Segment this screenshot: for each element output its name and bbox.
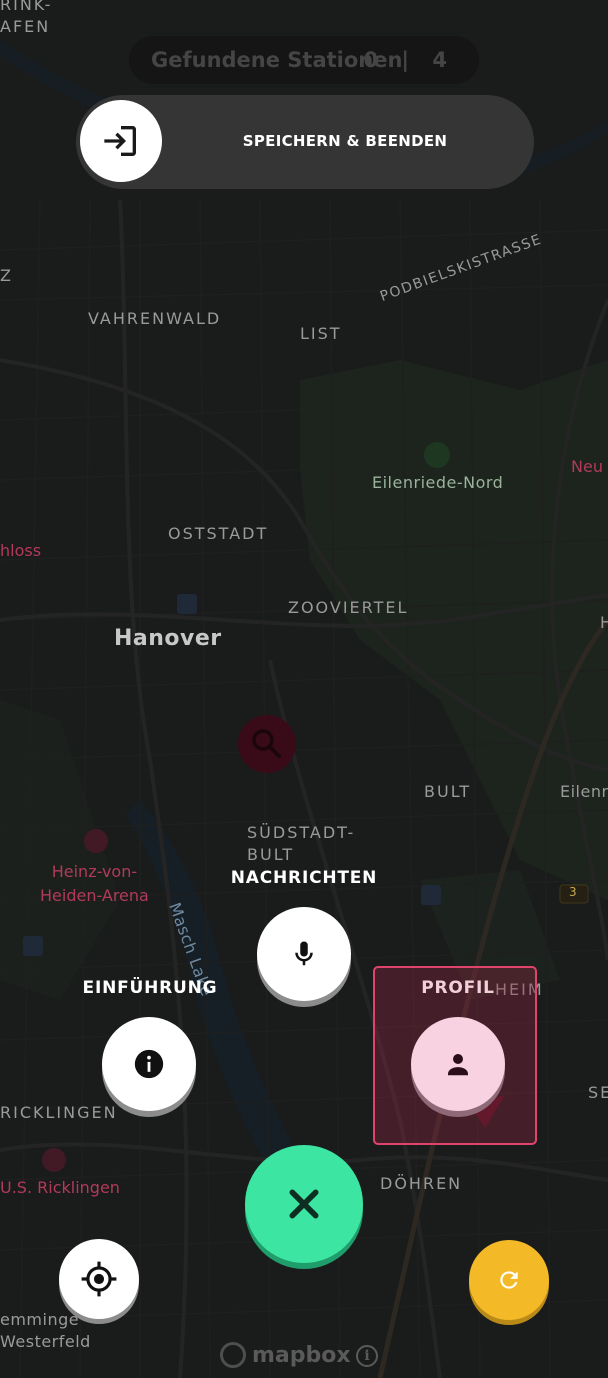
microphone-icon <box>295 941 313 966</box>
refresh-button[interactable] <box>469 1240 549 1320</box>
close-icon <box>289 1189 319 1219</box>
einfuehrung-label: EINFÜHRUNG <box>82 978 218 998</box>
nachrichten-label: NACHRICHTEN <box>230 868 378 888</box>
map-label-doehren: DÖHREN <box>380 1174 463 1193</box>
map-label-heinz-von-heiden-arena: Heinz-von- Heiden-Arena <box>40 862 149 905</box>
exit-to-app-icon <box>104 126 136 156</box>
map-label-road-3: 3 <box>569 885 577 899</box>
refresh-icon <box>500 1271 518 1289</box>
mapbox-wordmark: mapbox <box>252 1342 351 1368</box>
attribution-info-icon[interactable]: i <box>356 1345 378 1367</box>
map-label-vahrenwald: VAHRENWALD <box>88 309 222 328</box>
locate-me-button[interactable] <box>59 1239 139 1319</box>
map-label-neu: Neu <box>571 457 603 476</box>
found-stations-counter: Gefundene Stationen 0 | 4 <box>129 36 479 84</box>
map-label-us-ricklingen: U.S. Ricklingen <box>0 1178 120 1197</box>
mapbox-attribution[interactable]: mapbox <box>220 1340 351 1370</box>
profil-button[interactable] <box>411 1017 505 1111</box>
map-label-oststadt: OSTSTADT <box>168 524 269 543</box>
save-and-exit-label: SPEICHERN & BEENDEN <box>242 132 448 150</box>
map-label-eilenr: Eilenr <box>560 782 608 801</box>
map-label-se: SE <box>588 1083 608 1102</box>
map-label-schloss: hloss <box>0 541 42 560</box>
map-label-westerfeld: emminge Westerfeld <box>0 1310 91 1351</box>
map-label-zooviertel: ZOOVIERTEL <box>288 598 409 617</box>
profil-label: PROFIL <box>421 978 495 998</box>
map-label-hanover: Hanover <box>114 626 222 651</box>
map-label-top-left: RINK- AFEN <box>0 0 53 36</box>
map-label-ricklingen: RICKLINGEN <box>0 1103 118 1122</box>
gps-crosshair-icon <box>81 1261 117 1297</box>
einfuehrung-button[interactable] <box>102 1017 196 1111</box>
info-icon <box>134 1049 164 1079</box>
map-label-eilenriede-nord: Eilenriede-Nord <box>372 473 504 492</box>
person-icon <box>448 1054 468 1076</box>
map-label-z: Z <box>0 266 13 285</box>
map-label-list: LIST <box>300 324 342 343</box>
map-label-suedstadt-bult: SÜDSTADT- BULT <box>247 823 356 864</box>
nachrichten-button[interactable] <box>257 907 351 1001</box>
close-menu-button[interactable] <box>245 1145 363 1263</box>
map-label-bult: BULT <box>424 782 472 801</box>
found-stations-value: 0 | 4 <box>363 48 455 72</box>
mapbox-logo-icon <box>220 1342 246 1368</box>
map-label-h: H <box>600 613 608 632</box>
save-exit-icon-button[interactable] <box>80 100 162 182</box>
